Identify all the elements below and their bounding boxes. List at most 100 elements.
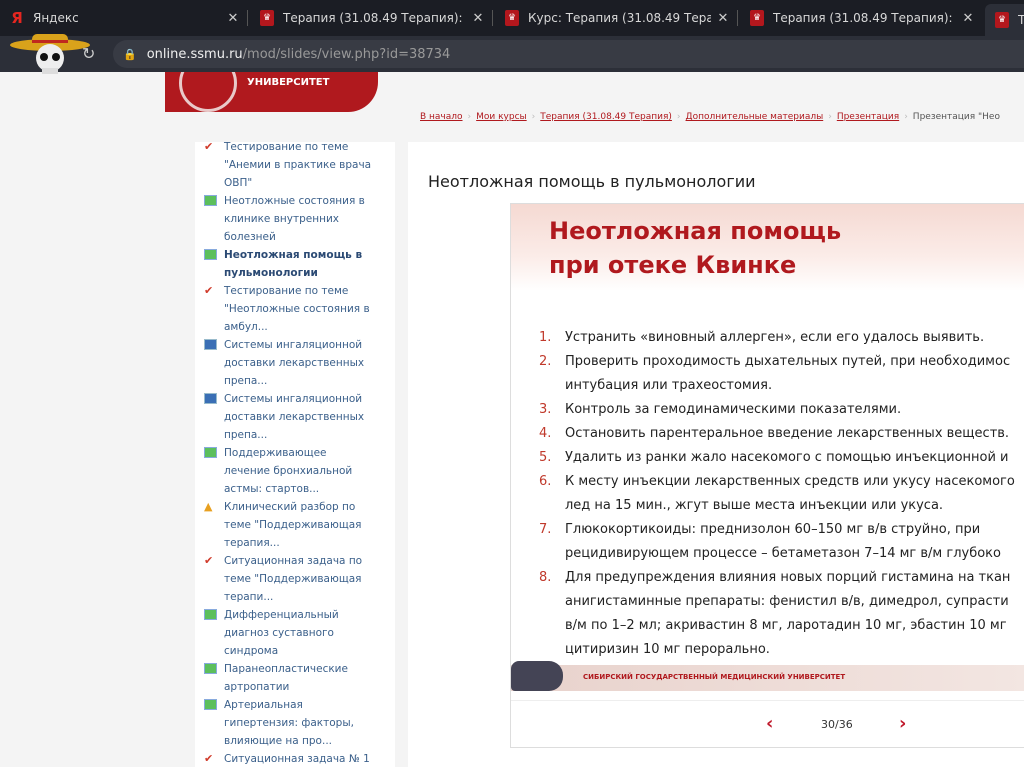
resource-icon	[204, 393, 217, 404]
sidebar-item-label: Тестирование по теме	[224, 142, 349, 153]
reload-icon[interactable]: ↻	[82, 44, 95, 63]
sidebar-item-label: Паранеопластические	[224, 663, 348, 675]
item-line: Контроль за гемодинамическими показателя…	[565, 402, 902, 417]
lock-icon: 🔒	[123, 47, 137, 61]
item-text: Проверить проходимость дыхательных путей…	[565, 350, 1010, 398]
item-line: Остановить парентеральное введение лекар…	[565, 426, 1010, 441]
sidebar-item[interactable]: Дифференциальный диагноз суставного синдро…	[195, 606, 395, 660]
quiz-check-icon: ✔	[204, 142, 214, 153]
sidebar-item[interactable]: ✔ Тестирование по теме "Неотложные состоян…	[195, 282, 395, 336]
page-title: Неотложная помощь в пульмонологии	[428, 172, 756, 191]
item-line: интубация или трахеостомия.	[565, 378, 773, 393]
item-text: Удалить из ранки жало насекомого с помощ…	[565, 446, 1009, 470]
slide-list-item: 6. К месту инъекции лекарственных средств…	[539, 470, 1024, 518]
item-line: рецидивирующем процессе – бетаметазон 7–…	[565, 546, 1001, 561]
item-text: Остановить парентеральное введение лекар…	[565, 422, 1009, 446]
sidebar-item-label: доставки лекарственных	[224, 411, 365, 423]
sidebar-item[interactable]: ✔ Ситуационная задача по теме "Поддерживаю…	[195, 552, 395, 606]
breadcrumb: В начало › Мои курсы › Терапия (31.08.49 Тер…	[420, 112, 1000, 122]
browser-tab[interactable]: ♛ Т	[985, 4, 1024, 36]
workshop-icon: ▲	[204, 500, 213, 513]
sidebar-item-label: "Анемии в практике врача	[224, 159, 372, 171]
item-line: Устранить «виновный аллерген», если его …	[565, 330, 985, 345]
sidebar-item[interactable]: ▲ Клинический разбор по теме "Поддерживающ…	[195, 498, 395, 552]
profile-avatar-icon[interactable]	[6, 30, 94, 76]
breadcrumb-link[interactable]: Дополнительные материалы	[686, 112, 824, 122]
sidebar-item-label: Артериальная	[224, 699, 303, 711]
presentation-icon	[204, 447, 217, 458]
tab-title: Терапия (31.08.49 Терапия): Н	[773, 11, 956, 25]
slide-list-item: 8. Для предупреждения влияния новых порци…	[539, 566, 1024, 662]
seal-icon	[179, 72, 237, 112]
item-number: 4.	[539, 426, 552, 441]
presentation-icon	[204, 663, 217, 674]
sidebar-item-label: диагноз суставного	[224, 627, 334, 639]
presentation-icon	[204, 195, 217, 206]
university-favicon-icon: ♛	[260, 10, 274, 26]
breadcrumb-link[interactable]: Мои курсы	[476, 112, 527, 122]
item-text: Контроль за гемодинамическими показателя…	[565, 398, 901, 422]
item-line: анигистаминные препараты: фенистил в/в, …	[565, 594, 1009, 609]
breadcrumb-current: Презентация "Нео	[912, 112, 1000, 122]
sidebar-item[interactable]: Артериальная гипертензия: факторы, влияющи…	[195, 696, 395, 750]
item-number: 3.	[539, 402, 552, 417]
sidebar-item[interactable]: ✔ Тестирование по теме "Анемии в практике …	[195, 142, 395, 192]
tab-title: Курс: Терапия (31.08.49 Терап	[528, 11, 711, 25]
tonometer-image	[511, 661, 563, 691]
sidebar-item-label: амбул...	[224, 321, 268, 333]
slide-list-item: 5. Удалить из ранки жало насекомого с пом…	[539, 446, 1024, 470]
browser-tab[interactable]: Я Яндекс ✕	[0, 4, 245, 32]
browser-tab[interactable]: ♛ Терапия (31.08.49 Терапия): С ✕	[250, 4, 490, 32]
sidebar-item-label: "Неотложные состояния в	[224, 303, 370, 315]
tab-close-icon[interactable]: ✕	[711, 11, 735, 26]
slide-list-item: 7. Глюкокортикоиды: преднизолон 60–150 мг…	[539, 518, 1024, 566]
browser-tab[interactable]: ♛ Курс: Терапия (31.08.49 Терап ✕	[495, 4, 735, 32]
prev-slide-button[interactable]: ‹	[766, 713, 773, 734]
sidebar-item[interactable]: Неотложные состояния в клинике внутренних…	[195, 192, 395, 246]
item-text: К месту инъекции лекарственных средств и…	[565, 470, 1015, 518]
sidebar-item-label: Дифференциальный	[224, 609, 339, 621]
sidebar-item-label: Неотложная помощь в	[224, 249, 363, 261]
slide-list-item: 1. Устранить «виновный аллерген», если ег…	[539, 326, 1024, 350]
tab-title: Терапия (31.08.49 Терапия): С	[283, 11, 466, 25]
sidebar-item-label: артропатии	[224, 681, 290, 693]
breadcrumb-link[interactable]: В начало	[420, 112, 463, 122]
sidebar-item-label: Клинический разбор по	[224, 501, 356, 513]
sidebar-item[interactable]: Неотложная помощь в пульмонологии	[195, 246, 395, 282]
next-slide-button[interactable]: ›	[899, 713, 906, 734]
browser-tab-bar: Я Яндекс ✕ ♛ Терапия (31.08.49 Терапия): С ✕ ♛…	[0, 0, 1024, 36]
item-number: 2.	[539, 354, 552, 369]
breadcrumb-separator: ›	[828, 112, 832, 122]
slide-title-line: Неотложная помощь	[549, 217, 842, 245]
item-text: Для предупреждения влияния новых порций …	[565, 566, 1010, 662]
tab-title: Яндекс	[33, 11, 79, 25]
sidebar-item[interactable]: Поддерживающее лечение бронхиальной астмы:…	[195, 444, 395, 498]
slide-footer: СИБИРСКИЙ ГОСУДАРСТВЕННЫЙ МЕДИЦИНСКИЙ УН…	[511, 661, 1024, 691]
sidebar-item[interactable]: Системы ингаляционной доставки лекарствен…	[195, 390, 395, 444]
sidebar-item-label: пульмонологии	[224, 267, 318, 279]
item-number: 8.	[539, 570, 552, 585]
breadcrumb-link[interactable]: Презентация	[837, 112, 899, 122]
sidebar-item-label: теме "Поддерживающая	[224, 573, 362, 585]
browser-tab[interactable]: ♛ Терапия (31.08.49 Терапия): Н ✕	[740, 4, 980, 32]
presentation-icon	[204, 249, 217, 260]
tab-close-icon[interactable]: ✕	[221, 11, 245, 26]
sidebar-item[interactable]: Паранеопластические артропатии	[195, 660, 395, 696]
tab-close-icon[interactable]: ✕	[956, 11, 980, 26]
tab-close-icon[interactable]: ✕	[466, 11, 490, 26]
sidebar-item[interactable]: Системы ингаляционной доставки лекарствен…	[195, 336, 395, 390]
item-line: Для предупреждения влияния новых порций …	[565, 570, 1011, 585]
sidebar-item-label: лечение бронхиальной	[224, 465, 353, 477]
sidebar-item-label: Тестирование по теме	[224, 285, 349, 297]
quiz-check-icon: ✔	[204, 554, 214, 567]
sidebar-item[interactable]: ✔ Ситуационная задача № 1	[195, 750, 395, 767]
yandex-favicon-icon: Я	[11, 9, 23, 27]
main-content: Неотложная помощь в пульмонологии Неотло…	[408, 142, 1024, 767]
university-logo[interactable]: УНИВЕРСИТЕТ	[165, 72, 378, 112]
breadcrumb-link[interactable]: Терапия (31.08.49 Терапия)	[540, 112, 672, 122]
quiz-check-icon: ✔	[204, 752, 214, 765]
sidebar-item-label: Ситуационная задача № 1	[224, 753, 370, 765]
slide-list-item: 2. Проверить проходимость дыхательных пут…	[539, 350, 1024, 398]
url-field[interactable]: 🔒 online.ssmu.ru/mod/slides/view.php?id=3…	[113, 40, 1024, 68]
slide-title-line: при отеке Квинке	[549, 251, 797, 279]
